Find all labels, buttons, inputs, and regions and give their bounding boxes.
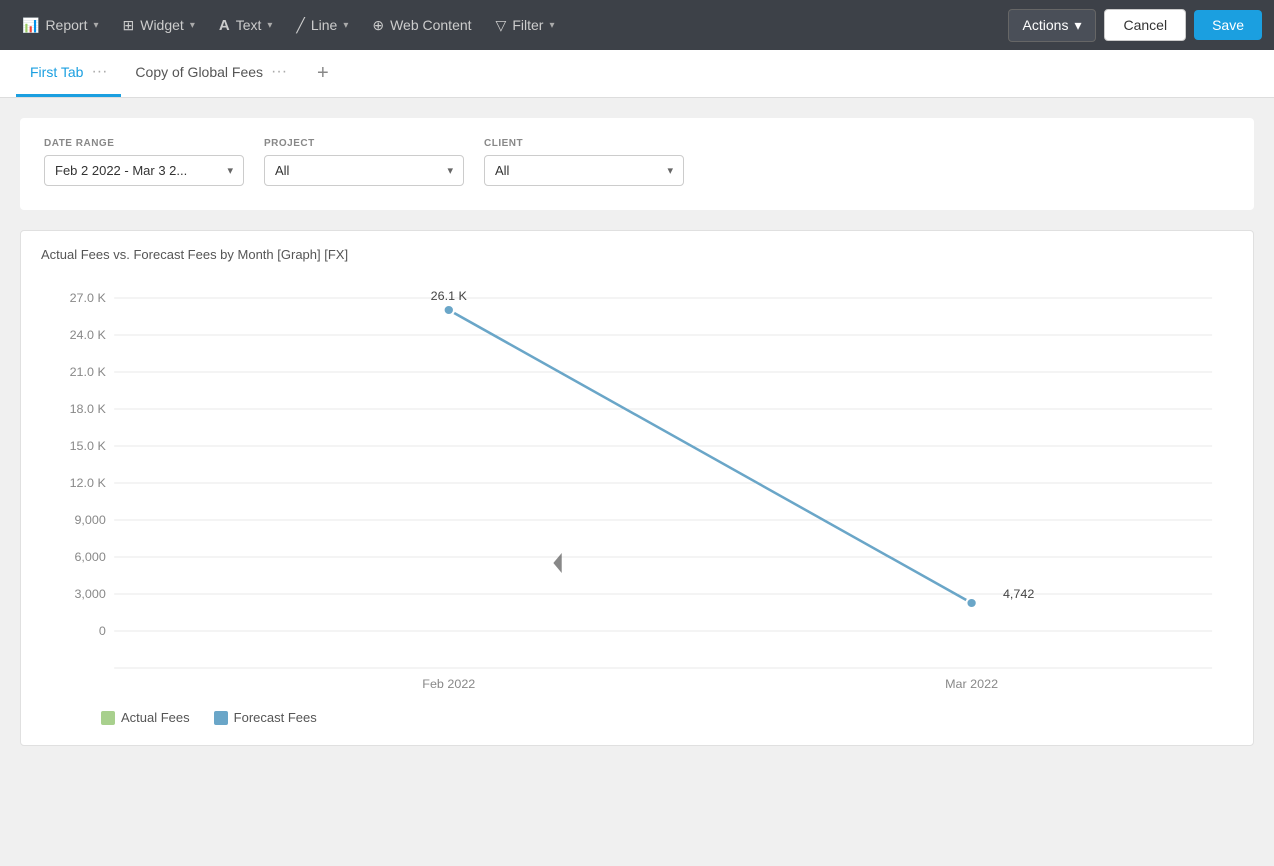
nav-line-label: Line <box>311 17 337 33</box>
nav-web-content[interactable]: ⊕ Web Content <box>362 11 481 40</box>
date-range-value: Feb 2 2022 - Mar 3 2... <box>55 163 187 178</box>
legend-actual-fees: Actual Fees <box>101 710 190 725</box>
filter-group-client: CLIENT All ▾ <box>484 138 684 186</box>
svg-text:9,000: 9,000 <box>74 513 106 527</box>
actions-chevron: ▾ <box>1074 17 1081 34</box>
chart-area: 27.0 K 24.0 K 21.0 K 18.0 K 15.0 K 12.0 … <box>41 278 1233 698</box>
line-icon: ╱ <box>296 17 304 34</box>
tab-copy-global-fees[interactable]: Copy of Global Fees ··· <box>121 50 301 97</box>
svg-text:26.1 K: 26.1 K <box>431 289 468 303</box>
tab-copy-global-fees-label: Copy of Global Fees <box>135 64 263 80</box>
filter-chevron: ▾ <box>549 20 554 31</box>
actions-button[interactable]: Actions ▾ <box>1008 9 1097 42</box>
forecast-fees-label: Forecast Fees <box>234 710 317 725</box>
widget-icon: ⊞ <box>123 17 135 34</box>
tab-first-tab[interactable]: First Tab ··· <box>16 50 121 97</box>
nav-line[interactable]: ╱ Line ▾ <box>286 11 358 40</box>
svg-text:4,742: 4,742 <box>1003 587 1035 601</box>
project-select[interactable]: All ▾ <box>264 155 464 186</box>
svg-text:24.0 K: 24.0 K <box>70 328 107 342</box>
nav-widget[interactable]: ⊞ Widget ▾ <box>113 11 205 40</box>
date-range-chevron: ▾ <box>227 164 233 177</box>
tab-copy-global-fees-menu[interactable]: ··· <box>271 63 287 81</box>
filters-container: DATE RANGE Feb 2 2022 - Mar 3 2... ▾ PRO… <box>20 118 1254 210</box>
client-label: CLIENT <box>484 138 684 149</box>
actual-fees-label: Actual Fees <box>121 710 190 725</box>
svg-text:Feb 2022: Feb 2022 <box>422 677 475 691</box>
filters-row: DATE RANGE Feb 2 2022 - Mar 3 2... ▾ PRO… <box>44 138 1230 186</box>
actions-label: Actions <box>1023 17 1069 33</box>
widget-chevron: ▾ <box>190 20 195 31</box>
nav-widget-label: Widget <box>140 17 184 33</box>
text-chevron: ▾ <box>267 20 272 31</box>
navbar-right: Actions ▾ Cancel Save <box>1008 9 1262 42</box>
filter-icon: ▽ <box>496 17 507 34</box>
chart-container: Actual Fees vs. Forecast Fees by Month [… <box>20 230 1254 746</box>
actual-fees-dot <box>101 711 115 725</box>
svg-text:12.0 K: 12.0 K <box>70 476 107 490</box>
svg-text:Mar 2022: Mar 2022 <box>945 677 998 691</box>
nav-text-label: Text <box>236 17 262 33</box>
chart-svg: 27.0 K 24.0 K 21.0 K 18.0 K 15.0 K 12.0 … <box>41 278 1233 698</box>
web-content-icon: ⊕ <box>372 17 384 34</box>
nav-web-content-label: Web Content <box>390 17 471 33</box>
svg-text:18.0 K: 18.0 K <box>70 402 107 416</box>
nav-filter-label: Filter <box>512 17 543 33</box>
tabbar: First Tab ··· Copy of Global Fees ··· + <box>0 50 1274 98</box>
client-value: All <box>495 163 509 178</box>
navbar: 📊 Report ▾ ⊞ Widget ▾ A Text ▾ ╱ Line ▾ … <box>0 0 1274 50</box>
forecast-fees-dot <box>214 711 228 725</box>
svg-text:21.0 K: 21.0 K <box>70 365 107 379</box>
project-label: PROJECT <box>264 138 464 149</box>
project-chevron: ▾ <box>447 164 453 177</box>
client-chevron: ▾ <box>667 164 673 177</box>
main-content: DATE RANGE Feb 2 2022 - Mar 3 2... ▾ PRO… <box>0 98 1274 866</box>
nav-filter[interactable]: ▽ Filter ▾ <box>486 11 565 40</box>
filter-group-date-range: DATE RANGE Feb 2 2022 - Mar 3 2... ▾ <box>44 138 244 186</box>
svg-text:15.0 K: 15.0 K <box>70 439 107 453</box>
report-icon: 📊 <box>22 17 39 34</box>
save-button[interactable]: Save <box>1194 10 1262 40</box>
tab-add-button[interactable]: + <box>305 50 341 97</box>
legend-forecast-fees: Forecast Fees <box>214 710 317 725</box>
client-select[interactable]: All ▾ <box>484 155 684 186</box>
tab-first-tab-menu[interactable]: ··· <box>91 63 107 81</box>
svg-text:3,000: 3,000 <box>74 587 106 601</box>
line-chevron: ▾ <box>343 20 348 31</box>
project-value: All <box>275 163 289 178</box>
svg-text:0: 0 <box>99 624 106 638</box>
text-icon: A <box>219 17 230 34</box>
report-chevron: ▾ <box>93 20 98 31</box>
filter-group-project: PROJECT All ▾ <box>264 138 464 186</box>
tab-first-tab-label: First Tab <box>30 64 83 80</box>
svg-text:6,000: 6,000 <box>74 550 106 564</box>
chart-legend: Actual Fees Forecast Fees <box>41 710 1233 725</box>
svg-text:27.0 K: 27.0 K <box>70 291 107 305</box>
date-range-label: DATE RANGE <box>44 138 244 149</box>
nav-report[interactable]: 📊 Report ▾ <box>12 11 109 40</box>
nav-text[interactable]: A Text ▾ <box>209 11 283 40</box>
nav-report-label: Report <box>45 17 87 33</box>
chart-title: Actual Fees vs. Forecast Fees by Month [… <box>41 247 1233 262</box>
date-range-select[interactable]: Feb 2 2022 - Mar 3 2... ▾ <box>44 155 244 186</box>
cancel-button[interactable]: Cancel <box>1104 9 1186 41</box>
tab-add-icon: + <box>317 62 329 85</box>
